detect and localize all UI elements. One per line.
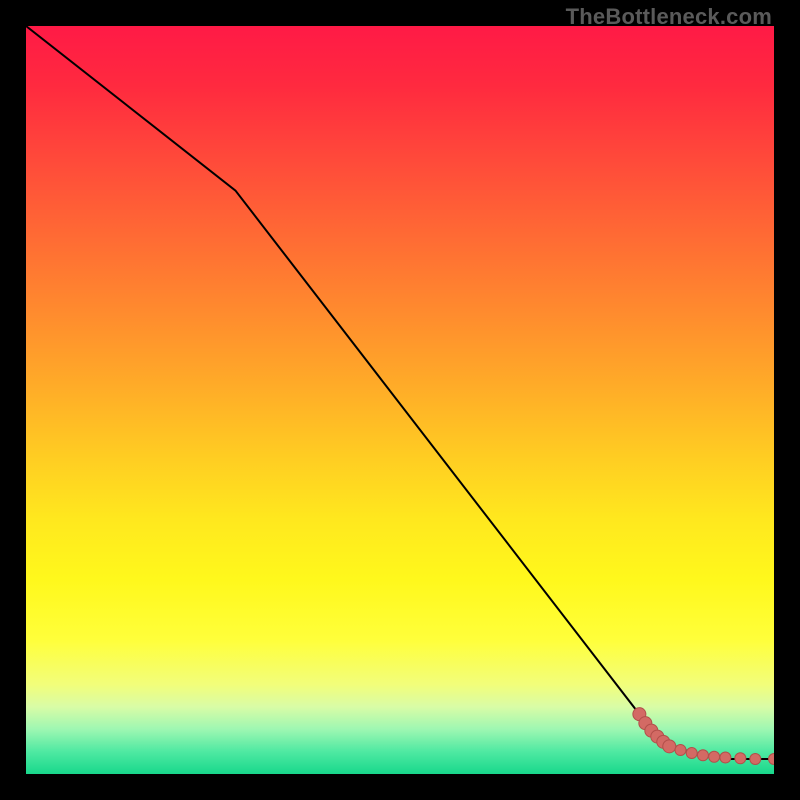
watermark-text: TheBottleneck.com [566, 4, 772, 30]
plot-area [26, 26, 774, 774]
chart-frame: TheBottleneck.com [0, 0, 800, 800]
